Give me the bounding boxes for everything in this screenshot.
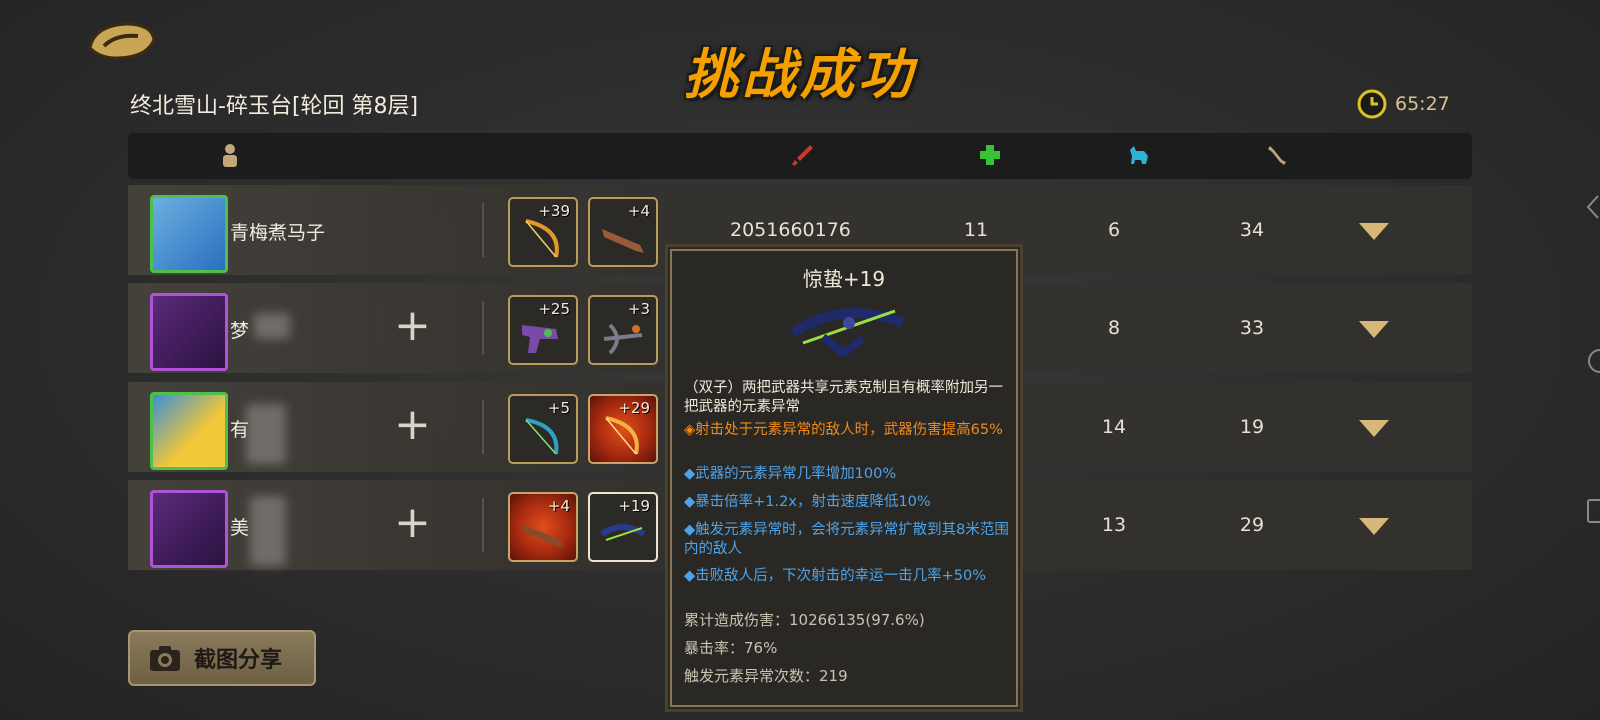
heal-value: 11 [963,219,989,241]
expand-arrow-icon[interactable] [1359,420,1389,437]
divider [482,203,484,257]
share-label: 截图分享 [194,648,283,673]
timer-value: 65:27 [1395,93,1450,115]
bone-icon [1268,146,1286,165]
gun-icon [522,325,558,353]
player-avatar[interactable] [150,392,228,470]
tooltip-bonus: ◆暴击倍率+1.2x，射击速度降低10% [684,494,931,510]
divider [482,498,484,552]
weapon-tooltip: 惊蛰+19 （双子）两把武器共享元素克制且有概率附加另一把武器的元素异常 ◈射击… [665,244,1023,712]
weapon-slot[interactable]: +29 [588,394,658,464]
blurred-name [246,404,286,464]
pet-icon [1130,146,1148,164]
weapon-slot[interactable]: +4 [508,492,578,562]
timer: 65:27 [1357,89,1450,119]
weapon-slot-selected[interactable]: +19 [588,492,658,562]
bow-icon [605,416,639,455]
player-avatar[interactable] [150,195,228,273]
camera-icon [150,646,180,671]
player-icon [223,144,237,167]
divider [482,301,484,355]
expand-arrow-icon[interactable] [1359,321,1389,338]
bone-value: 33 [1239,317,1265,339]
bone-value: 34 [1239,219,1265,241]
tooltip-bonus: ◆武器的元素异常几率增加100% [684,466,897,482]
tooltip-title: 惊蛰+19 [802,267,886,291]
bone-value: 29 [1239,514,1265,536]
clock-icon [1357,89,1387,119]
system-home-icon[interactable] [1584,346,1600,376]
damage-icon [792,145,813,166]
tooltip-stat: 累计造成伤害：10266135(97.6%) [684,611,925,629]
player-name: 美 [230,517,250,539]
blurred-name [254,313,290,339]
system-recents-icon[interactable] [1584,496,1600,526]
pet-value: 6 [1107,219,1121,241]
bow-icon [525,219,559,258]
add-friend-button[interactable]: + [394,301,431,351]
tooltip-description: （双子）两把武器共享元素克制且有概率附加另一把武器的元素异常 [684,380,1003,415]
add-friend-button[interactable]: + [394,498,431,548]
player-avatar[interactable] [150,490,228,568]
weapon-slot[interactable]: +25 [508,295,578,365]
crossbow-icon [600,524,646,541]
heal-icon [980,145,1000,165]
expand-arrow-icon[interactable] [1359,223,1389,240]
weapon-slot[interactable]: +39 [508,197,578,267]
pet-value: 13 [1101,514,1127,536]
blurred-name [250,496,286,566]
rifle-icon [602,229,644,253]
share-screenshot-button[interactable]: 截图分享 [128,630,316,686]
add-friend-button[interactable]: + [394,400,431,450]
bone-value: 19 [1239,416,1265,438]
weapon-slot[interactable]: +5 [508,394,578,464]
pet-value: 8 [1107,317,1121,339]
tooltip-bonus: ◆触发元素异常时，会将元素异常扩散到其8米范围内的敌人 [684,522,1009,557]
weapon-slot[interactable]: +4 [588,197,658,267]
stage-label: 终北雪山-碎玉台[轮回 第8层] [130,94,419,119]
weapon-slot[interactable]: +3 [588,295,658,365]
player-name: 青梅煮马子 [230,222,326,244]
player-name: 梦 [230,320,250,342]
damage-value: 2051660176 [730,219,851,241]
crossbow-icon [790,308,905,358]
divider [482,400,484,454]
crossbow-icon [603,323,643,355]
tooltip-stat: 暴击率：76% [684,639,778,657]
tooltip-bonus: ◆击败敌人后，下次射击的幸运一击几率+50% [684,568,987,584]
system-back-icon[interactable] [1584,192,1600,222]
bow-icon [525,418,559,455]
pet-value: 14 [1101,416,1127,438]
expand-arrow-icon[interactable] [1359,518,1389,535]
rifle-icon [522,524,564,548]
tooltip-stat: 触发元素异常次数：219 [684,667,848,685]
tooltip-effect: ◈射击处于元素异常的敌人时，武器伤害提高65% [684,422,1003,438]
player-avatar[interactable] [150,293,228,371]
